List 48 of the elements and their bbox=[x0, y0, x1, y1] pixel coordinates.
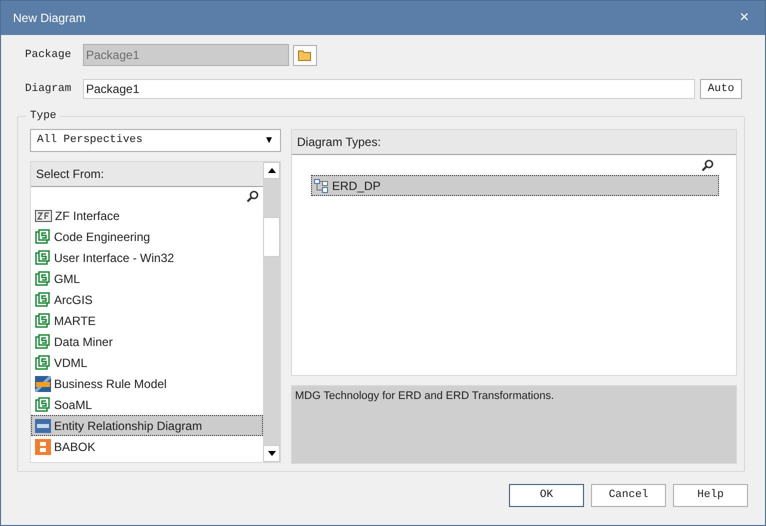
diagram-field[interactable]: Package1 bbox=[83, 79, 695, 99]
auto-button[interactable]: Auto bbox=[700, 79, 742, 99]
list-item[interactable]: GML bbox=[31, 268, 263, 289]
layers-icon bbox=[35, 334, 51, 350]
list-item[interactable]: Code Engineering bbox=[31, 226, 263, 247]
list-item[interactable]: ZF Interface bbox=[31, 205, 263, 226]
table-icon bbox=[35, 418, 51, 432]
list-item[interactable]: BABOK bbox=[31, 436, 263, 457]
list-header: Select From: bbox=[31, 162, 263, 187]
field-label: Diagram bbox=[25, 82, 72, 97]
book-icon bbox=[35, 376, 51, 392]
down-arrow-icon[interactable] bbox=[268, 451, 276, 456]
perspective-dropdown[interactable]: All Perspectives ▼ bbox=[30, 129, 281, 152]
layers-icon bbox=[35, 354, 51, 370]
layers-icon bbox=[35, 292, 51, 308]
up-arrow-icon[interactable] bbox=[268, 168, 276, 173]
dialog-button[interactable]: OK bbox=[509, 484, 584, 507]
field-label: Package bbox=[25, 48, 72, 63]
diagram-type-item[interactable]: ERD_DP bbox=[311, 175, 719, 196]
layers-icon bbox=[35, 228, 51, 244]
list-item[interactable]: SoaML bbox=[31, 394, 263, 415]
layers-icon bbox=[35, 312, 51, 328]
search-icon[interactable] bbox=[246, 190, 259, 202]
dialog-button[interactable]: Help bbox=[673, 484, 748, 507]
list-header: Diagram Types: bbox=[292, 130, 736, 155]
layers-icon bbox=[35, 396, 51, 412]
window-title: New Diagram bbox=[13, 10, 86, 27]
list-item[interactable]: User Interface - Win32 bbox=[31, 247, 263, 268]
browse-button[interactable] bbox=[293, 44, 317, 66]
list-item[interactable]: MARTE bbox=[31, 310, 263, 331]
group-label: Type bbox=[26, 109, 60, 123]
scroll-thumb[interactable] bbox=[263, 217, 280, 257]
description-box: MDG Technology for ERD and ERD Transformations. bbox=[291, 385, 737, 464]
close-button[interactable]: × bbox=[736, 10, 753, 26]
folder-icon bbox=[298, 49, 312, 61]
layers-icon bbox=[35, 270, 51, 286]
list-item[interactable]: Data Miner bbox=[31, 331, 263, 352]
layers-icon bbox=[35, 250, 51, 266]
list-item[interactable]: Business Rule Model bbox=[31, 373, 263, 394]
list-item[interactable]: ArcGIS bbox=[31, 289, 263, 310]
list-item[interactable]: Entity Relationship Diagram bbox=[31, 415, 263, 436]
search-icon[interactable] bbox=[701, 158, 714, 172]
dialog-button[interactable]: Cancel bbox=[591, 484, 666, 507]
diagram-icon bbox=[314, 178, 328, 192]
scrollbar[interactable] bbox=[263, 162, 280, 462]
grid-icon bbox=[35, 210, 52, 222]
list-item[interactable]: VDML bbox=[31, 352, 263, 373]
block-icon bbox=[35, 438, 51, 454]
